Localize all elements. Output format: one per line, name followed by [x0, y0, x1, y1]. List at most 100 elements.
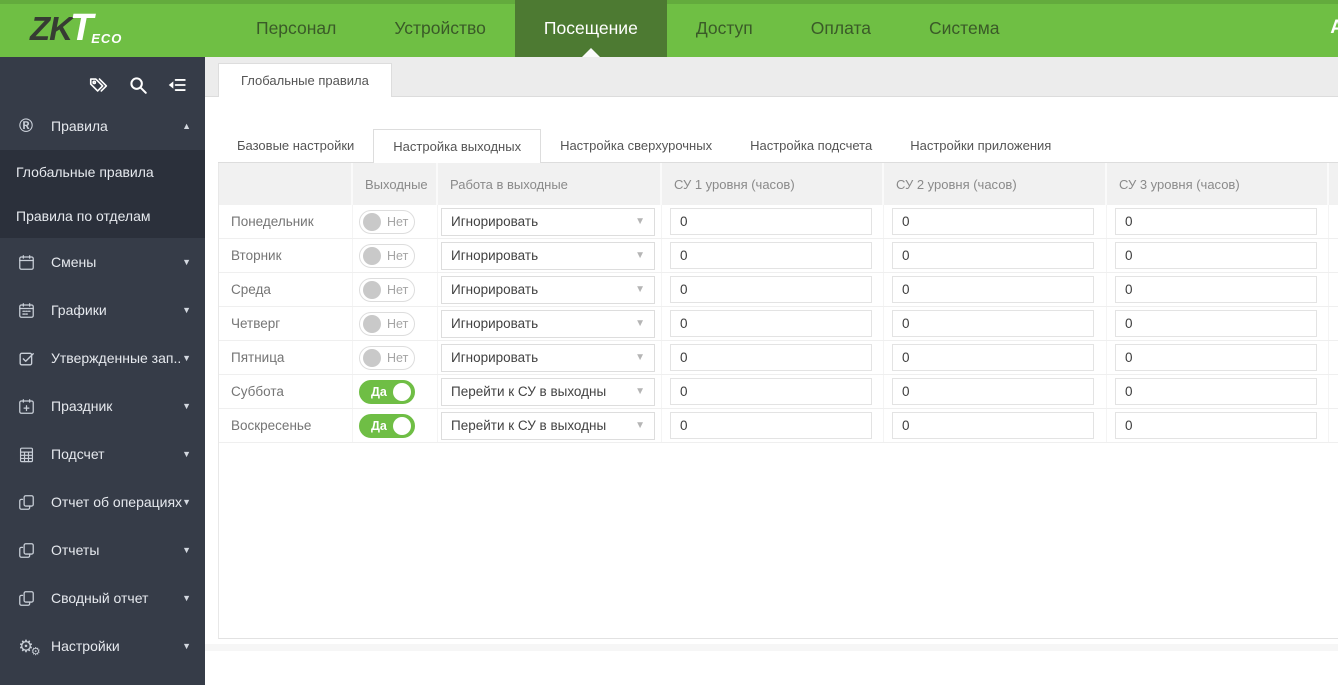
user-label[interactable]: A: [1330, 17, 1338, 39]
sidebar-item-operation-report[interactable]: Отчет об операциях ▼: [0, 478, 205, 526]
weekend-work-select[interactable]: Перейти к СУ в выходны ▼: [441, 377, 655, 406]
chevron-down-icon: ▼: [182, 449, 191, 459]
ot-level-2-input[interactable]: [892, 344, 1094, 371]
ot-level-3-input[interactable]: [1115, 208, 1317, 235]
weekend-toggle[interactable]: Нет: [359, 277, 415, 302]
ot-level-2-input[interactable]: [892, 310, 1094, 337]
report-pages-icon: [14, 589, 38, 608]
logo-zk: ZK: [30, 9, 73, 47]
tab-global-rules[interactable]: Глобальные правила: [218, 63, 392, 97]
ot-level-3-input[interactable]: [1115, 412, 1317, 439]
ot-level-3-input[interactable]: [1115, 310, 1317, 337]
table-row: Пятница Нет Игнорировать ▼: [219, 341, 1338, 375]
sidebar-item-reports[interactable]: Отчеты ▼: [0, 526, 205, 574]
sidebar-item-department-rules[interactable]: Правила по отделам: [0, 194, 205, 238]
weekend-toggle[interactable]: Да: [359, 379, 415, 404]
sidebar-item-global-rules[interactable]: Глобальные правила: [0, 150, 205, 194]
toggle-knob: [363, 212, 381, 231]
weekend-toggle[interactable]: Нет: [359, 243, 415, 268]
sidebar-tools: [0, 57, 205, 102]
nav-access[interactable]: Доступ: [667, 0, 782, 57]
nav-payroll[interactable]: Оплата: [782, 0, 900, 57]
calculator-grid-icon: [14, 445, 38, 464]
ot-level-3-input[interactable]: [1115, 242, 1317, 269]
report-pages-icon: [14, 541, 38, 560]
nav-system[interactable]: Система: [900, 0, 1028, 57]
sidebar-item-shifts[interactable]: Смены ▼: [0, 238, 205, 286]
weekend-work-select[interactable]: Игнорировать ▼: [441, 275, 655, 304]
weekend-work-select[interactable]: Перейти к СУ в выходны ▼: [441, 411, 655, 440]
ot-level-2-input[interactable]: [892, 242, 1094, 269]
nav-attendance[interactable]: Посещение: [514, 0, 667, 57]
ot-level-1-input[interactable]: [670, 310, 872, 337]
weekend-toggle[interactable]: Нет: [359, 345, 415, 370]
weekend-toggle[interactable]: Нет: [359, 311, 415, 336]
weekend-settings-panel: Выходные Работа в выходные СУ 1 уровня (…: [218, 163, 1338, 639]
ot-level-3-input[interactable]: [1115, 276, 1317, 303]
tab-base-settings[interactable]: Базовые настройки: [218, 129, 373, 162]
weekend-work-select[interactable]: Игнорировать ▼: [441, 241, 655, 270]
day-label: Воскресенье: [219, 409, 353, 442]
sidebar: ® Правила ▲ Глобальные правила Правила п…: [0, 57, 205, 685]
ot-level-2-input[interactable]: [892, 412, 1094, 439]
logo-eco: ECO: [91, 31, 123, 46]
ot-level-1-input[interactable]: [670, 378, 872, 405]
ot-level-2-input[interactable]: [892, 276, 1094, 303]
weekend-work-select[interactable]: Игнорировать ▼: [441, 309, 655, 338]
col-day: [219, 163, 353, 205]
rules-submenu: Глобальные правила Правила по отделам: [0, 150, 205, 238]
chevron-down-icon: ▼: [635, 318, 645, 329]
tab-overtime-settings[interactable]: Настройка сверхурочных: [541, 129, 731, 162]
sidebar-item-holiday[interactable]: Праздник ▼: [0, 382, 205, 430]
toggle-knob: [393, 382, 411, 401]
app-header: ZK T ECO Персонал Устройство Посещение Д…: [0, 0, 1338, 57]
ot-level-1-input[interactable]: [670, 242, 872, 269]
weekend-work-select[interactable]: Игнорировать ▼: [441, 207, 655, 236]
sidebar-item-calculation[interactable]: Подсчет ▼: [0, 430, 205, 478]
table-row: Суббота Да Перейти к СУ в выходны ▼: [219, 375, 1338, 409]
ot-level-1-input[interactable]: [670, 276, 872, 303]
chevron-down-icon: ▼: [182, 353, 191, 363]
ot-level-2-input[interactable]: [892, 208, 1094, 235]
sidebar-item-rules[interactable]: ® Правила ▲: [0, 102, 205, 150]
col-ot2: СУ 2 уровня (часов): [884, 163, 1107, 205]
col-extra: [1329, 163, 1338, 205]
tags-icon[interactable]: [88, 74, 110, 96]
ot-level-1-input[interactable]: [670, 412, 872, 439]
logo-t: T: [70, 7, 93, 49]
nav-device[interactable]: Устройство: [365, 0, 515, 57]
report-pages-icon: [14, 493, 38, 512]
weekend-work-select[interactable]: Игнорировать ▼: [441, 343, 655, 372]
col-ot3: СУ 3 уровня (часов): [1107, 163, 1329, 205]
table-row: Воскресенье Да Перейти к СУ в выходны ▼: [219, 409, 1338, 443]
chevron-down-icon: ▼: [182, 545, 191, 555]
table-row: Понедельник Нет Игнорировать ▼: [219, 205, 1338, 239]
schedule-calendar-icon: [14, 301, 38, 320]
chevron-down-icon: ▼: [635, 386, 645, 397]
ot-level-1-input[interactable]: [670, 208, 872, 235]
sidebar-item-settings[interactable]: ⚙ ⚙ Настройки ▼: [0, 622, 205, 670]
weekend-toggle[interactable]: Нет: [359, 209, 415, 234]
tab-calculation-settings[interactable]: Настройка подсчета: [731, 129, 891, 162]
toggle-knob: [363, 348, 381, 367]
day-label: Четверг: [219, 307, 353, 340]
sidebar-item-schedules[interactable]: Графики ▼: [0, 286, 205, 334]
day-label: Среда: [219, 273, 353, 306]
chevron-down-icon: ▼: [182, 497, 191, 507]
toggle-knob: [363, 280, 381, 299]
search-icon[interactable]: [127, 74, 149, 96]
sidebar-item-summary-report[interactable]: Сводный отчет ▼: [0, 574, 205, 622]
ot-level-3-input[interactable]: [1115, 378, 1317, 405]
collapse-menu-icon[interactable]: [166, 74, 188, 96]
ot-level-2-input[interactable]: [892, 378, 1094, 405]
chevron-down-icon: ▼: [635, 352, 645, 363]
day-label: Вторник: [219, 239, 353, 272]
sidebar-item-approved[interactable]: Утвержденные зап... ▼: [0, 334, 205, 382]
tab-app-settings[interactable]: Настройки приложения: [891, 129, 1070, 162]
chevron-up-icon: ▲: [182, 121, 191, 131]
weekend-toggle[interactable]: Да: [359, 413, 415, 438]
ot-level-1-input[interactable]: [670, 344, 872, 371]
ot-level-3-input[interactable]: [1115, 344, 1317, 371]
tab-weekend-settings[interactable]: Настройка выходных: [373, 129, 542, 163]
nav-personnel[interactable]: Персонал: [227, 0, 365, 57]
